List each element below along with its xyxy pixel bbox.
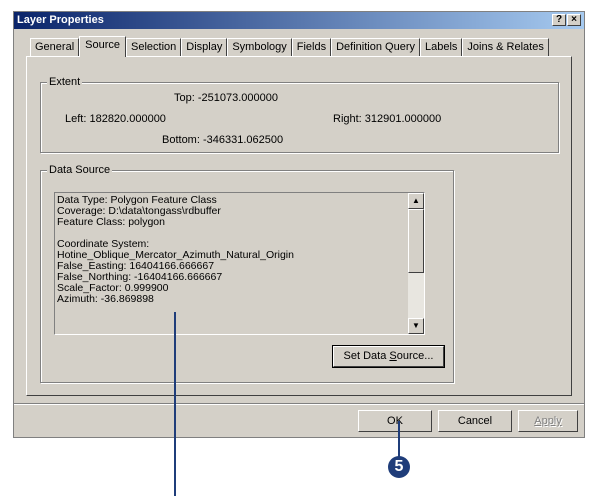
set-data-source-accel: S — [389, 350, 397, 362]
callout-line-left — [174, 312, 176, 496]
cancel-button[interactable]: Cancel — [438, 410, 512, 432]
dialog-title: Layer Properties — [17, 14, 104, 26]
data-source-text: Data Type: Polygon Feature Class Coverage… — [57, 195, 294, 305]
tab-joins-relates[interactable]: Joins & Relates — [462, 38, 549, 56]
help-button[interactable]: ? — [552, 14, 566, 26]
tab-display[interactable]: Display — [181, 38, 228, 56]
apply-label: Apply — [534, 415, 562, 427]
set-data-source-label-a: Set Data — [343, 350, 390, 362]
extent-bottom: Bottom: -346331.062500 — [162, 134, 284, 146]
apply-button[interactable]: Apply — [518, 410, 578, 432]
data-source-group: Data Source Data Type: Polygon Feature C… — [40, 164, 454, 383]
tab-definition-query[interactable]: Definition Query — [331, 38, 420, 56]
tab-source[interactable]: Source — [79, 36, 126, 57]
tab-symbology[interactable]: Symbology — [227, 38, 292, 56]
tab-general[interactable]: General — [30, 38, 80, 56]
scroll-thumb[interactable] — [408, 209, 424, 273]
layer-properties-dialog: Layer Properties ? × General Source Select… — [13, 11, 585, 438]
data-source-group-title: Data Source — [47, 164, 113, 176]
extent-group-title: Extent — [47, 76, 83, 88]
title-bar: Layer Properties ? × — [14, 12, 584, 29]
extent-top: Top: -251073.000000 — [174, 92, 278, 104]
step-5-badge: 5 — [388, 456, 410, 478]
vertical-scrollbar[interactable]: ▲ ▼ — [408, 193, 424, 334]
data-source-line: Azimuth: -36.869898 — [57, 293, 154, 305]
scroll-up-icon[interactable]: ▲ — [408, 193, 424, 209]
footer-separator — [14, 403, 584, 405]
extent-group: Extent Top: -251073.000000 Left: 182820.… — [40, 76, 559, 153]
tab-fields[interactable]: Fields — [291, 38, 332, 56]
close-button[interactable]: × — [567, 14, 581, 26]
tab-selection[interactable]: Selection — [126, 38, 182, 56]
tab-labels[interactable]: Labels — [419, 38, 463, 56]
set-data-source-button[interactable]: Set Data Source... — [333, 346, 444, 367]
set-data-source-label-b: ource... — [396, 350, 434, 362]
ok-button[interactable]: OK — [358, 410, 432, 432]
tab-strip: General Source Selection Display Symbology Fi… — [30, 36, 549, 57]
callout-line-right — [398, 421, 400, 457]
scroll-down-icon[interactable]: ▼ — [408, 318, 424, 334]
extent-right: Right: 312901.000000 — [333, 113, 442, 125]
source-tab-panel: Extent Top: -251073.000000 Left: 182820.… — [26, 56, 572, 396]
data-source-info-box[interactable]: Data Type: Polygon Feature Class Coverage… — [54, 192, 425, 335]
extent-left: Left: 182820.000000 — [65, 113, 166, 125]
data-source-line: Feature Class: polygon — [57, 216, 165, 228]
